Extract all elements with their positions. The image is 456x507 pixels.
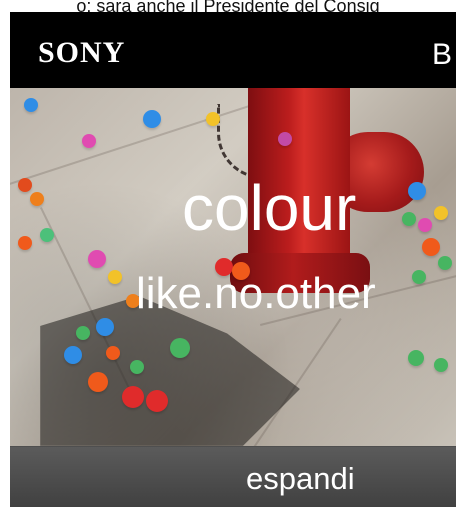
colored-ball xyxy=(106,346,120,360)
colored-ball xyxy=(64,346,82,364)
colored-ball xyxy=(412,270,426,284)
colored-ball xyxy=(402,212,416,226)
expand-button[interactable]: espandi xyxy=(10,446,456,507)
colored-ball xyxy=(88,372,108,392)
colored-ball xyxy=(408,182,426,200)
colored-ball xyxy=(24,98,38,112)
colored-ball xyxy=(122,386,144,408)
colored-ball xyxy=(82,134,96,148)
colored-ball xyxy=(438,256,452,270)
hero-image[interactable]: colour like.no.other xyxy=(10,88,456,446)
expand-button-label: espandi xyxy=(246,461,355,496)
colored-ball xyxy=(206,112,220,126)
colored-ball xyxy=(30,192,44,206)
sony-ad-frame[interactable]: SONY B colour like.no.other espandi xyxy=(10,12,456,507)
colored-ball xyxy=(278,132,292,146)
hydrant-shadow xyxy=(40,296,300,446)
colored-ball xyxy=(146,390,168,412)
colored-ball xyxy=(434,358,448,372)
colored-ball xyxy=(143,110,161,128)
colored-ball xyxy=(422,238,440,256)
colored-ball xyxy=(108,270,122,284)
colored-ball xyxy=(170,338,190,358)
sony-logo: SONY xyxy=(38,36,126,69)
colored-ball xyxy=(88,250,106,268)
colored-ball xyxy=(418,218,432,232)
hero-headline: colour xyxy=(182,172,357,244)
colored-ball xyxy=(40,228,54,242)
page-root: o: sara anche il Presidente del Consig S… xyxy=(0,0,456,507)
colored-ball xyxy=(434,206,448,220)
colored-ball xyxy=(130,360,144,374)
brand-bar: SONY B xyxy=(10,12,456,88)
colored-ball xyxy=(408,350,424,366)
colored-ball xyxy=(76,326,90,340)
hero-subline: like.no.other xyxy=(136,269,376,318)
colored-ball xyxy=(96,318,114,336)
colored-ball xyxy=(18,178,32,192)
brand-bar-partial-text: B xyxy=(431,38,452,71)
colored-ball xyxy=(18,236,32,250)
